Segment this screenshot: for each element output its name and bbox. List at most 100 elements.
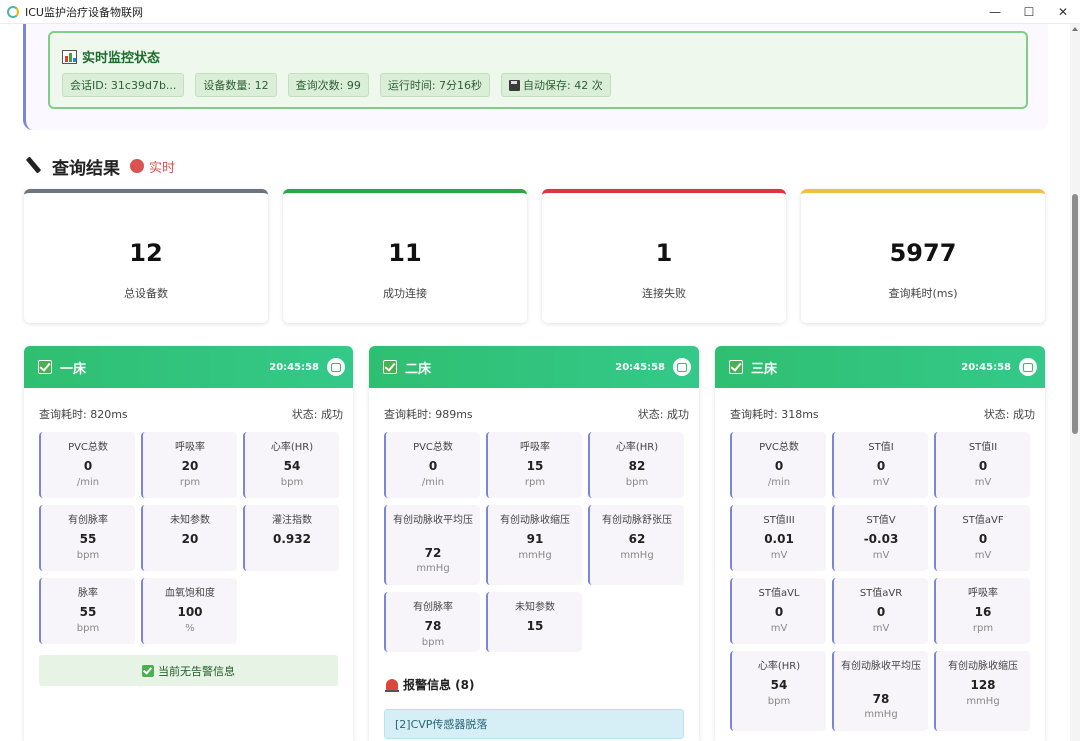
metric-tile: 呼吸率 15 rpm xyxy=(486,432,582,498)
metric-unit: mmHg xyxy=(864,709,898,720)
metric-name: PVC总数 xyxy=(68,442,108,453)
bed-card-1: 一床 20:45:58 查询耗时: 820ms 状态: 成功 PVC总数 0/mi… xyxy=(24,346,353,741)
metric-name: ST值V xyxy=(866,515,896,526)
metric-name: 呼吸率 xyxy=(520,442,550,453)
metric-name: ST值I xyxy=(868,442,894,453)
stat-card-failed: 1 连接失败 xyxy=(542,189,786,323)
pen-icon xyxy=(26,157,40,175)
window-titlebar: ICU监护治疗设备物联网 — ☐ ✕ xyxy=(0,0,1080,24)
metric-name: 有创动脉收平均压 xyxy=(841,661,921,672)
metric-unit: /min xyxy=(767,477,791,488)
stat-card-total-devices: 12 总设备数 xyxy=(24,189,268,323)
app-logo-icon xyxy=(7,5,19,18)
connection-status: 状态: 成功 xyxy=(983,408,1035,421)
bed-card-3: 三床 20:45:58 查询耗时: 318ms 状态: 成功 PVC总数 0/mi… xyxy=(715,346,1045,741)
metric-name: PVC总数 xyxy=(413,442,453,453)
minimize-button[interactable]: — xyxy=(978,0,1012,24)
metric-value: 128 xyxy=(970,678,996,692)
metric-unit: mV xyxy=(770,550,788,561)
metric-name: 有创动脉舒张压 xyxy=(602,515,672,526)
metric-tile: 呼吸率 20 rpm xyxy=(141,432,237,498)
metric-tile: 心率(HR) 54 bpm xyxy=(243,432,339,498)
checkbox-icon[interactable] xyxy=(38,360,52,374)
metric-unit: /min xyxy=(421,477,445,488)
metric-unit: rpm xyxy=(524,477,546,488)
metric-value: 91 xyxy=(526,532,544,546)
metric-tile: 有创动脉舒张压 62 mmHg xyxy=(588,505,684,585)
connection-status: 状态: 成功 xyxy=(637,408,689,421)
metric-value: 15 xyxy=(526,459,544,473)
bar-chart-icon xyxy=(62,49,77,64)
message-icon[interactable] xyxy=(1019,358,1037,376)
metric-name: ST值aVR xyxy=(859,588,903,599)
metric-name: 心率(HR) xyxy=(270,442,314,453)
checkbox-icon[interactable] xyxy=(383,360,397,374)
metric-unit: rpm xyxy=(179,477,201,488)
runtime-chip: 运行时间: 7分16秒 xyxy=(379,73,491,97)
metric-tile: 血氧饱和度 100% xyxy=(141,578,237,644)
metric-unit: mmHg xyxy=(416,563,450,574)
message-icon[interactable] xyxy=(673,358,691,376)
metric-unit: bpm xyxy=(280,477,304,488)
metric-tile: 呼吸率 16 rpm xyxy=(934,578,1030,644)
realtime-monitor-box: 实时监控状态 会话ID: 31c39d7b... 设备数量: 12 查询次数: … xyxy=(48,31,1028,109)
metric-value: 72 xyxy=(424,546,442,560)
results-header: 查询结果 实时 xyxy=(26,154,176,179)
scroll-up-arrow-icon[interactable] xyxy=(1072,27,1078,31)
metric-name: ST值aVL xyxy=(758,588,800,599)
checkbox-icon[interactable] xyxy=(729,360,743,374)
metric-tile: 未知参数 15 xyxy=(486,592,582,652)
metric-unit: mmHg xyxy=(966,696,1000,707)
bed-timestamp: 20:45:58 xyxy=(961,361,1011,373)
stat-card-success: 11 成功连接 xyxy=(283,189,527,323)
device-count-chip: 设备数量: 12 xyxy=(195,73,277,97)
vertical-scrollbar[interactable] xyxy=(1070,24,1080,741)
stat-value: 12 xyxy=(129,239,163,267)
bed-name: 二床 xyxy=(405,361,432,377)
maximize-button[interactable]: ☐ xyxy=(1012,0,1046,24)
bed-header: 二床 20:45:58 xyxy=(369,346,699,388)
metric-unit: mV xyxy=(974,477,992,488)
metric-name: 呼吸率 xyxy=(968,588,998,599)
live-label: 实时 xyxy=(149,160,176,176)
close-button[interactable]: ✕ xyxy=(1046,0,1080,24)
metric-name: ST值aVF xyxy=(962,515,1004,526)
alarm-item[interactable]: [2]CVP传感器脱落 xyxy=(384,709,684,739)
stat-label: 成功连接 xyxy=(383,287,427,300)
metric-value: 0 xyxy=(83,459,93,473)
metric-unit: bpm xyxy=(625,477,649,488)
metric-name: 灌注指数 xyxy=(272,515,312,526)
scrollbar-thumb[interactable] xyxy=(1072,194,1078,434)
stat-label: 总设备数 xyxy=(124,287,168,300)
results-title: 查询结果 xyxy=(52,158,120,179)
stat-card-query-time: 5977 查询耗时(ms) xyxy=(801,189,1045,323)
metric-tile: ST值I 0 mV xyxy=(832,432,928,498)
metric-unit: /min xyxy=(76,477,100,488)
metric-name: 有创动脉收缩压 xyxy=(948,661,1018,672)
metric-tile: 有创脉率 55 bpm xyxy=(39,505,135,571)
metric-name: 有创脉率 xyxy=(68,515,108,526)
metric-unit: mV xyxy=(872,623,890,634)
bed-meta: 查询耗时: 318ms 状态: 成功 xyxy=(730,406,1035,422)
metric-value: 62 xyxy=(628,532,646,546)
metric-value: 82 xyxy=(628,459,646,473)
bed-name: 三床 xyxy=(751,361,778,377)
bed-header: 一床 20:45:58 xyxy=(24,346,353,388)
metric-tile: 有创动脉收平均压 78 mmHg xyxy=(832,651,928,731)
metric-unit: mV xyxy=(872,550,890,561)
metric-value: 20 xyxy=(181,459,199,473)
metric-name: 血氧饱和度 xyxy=(165,588,215,599)
monitor-title-text: 实时监控状态 xyxy=(82,51,161,66)
metric-value: 78 xyxy=(872,692,890,706)
metric-tile: ST值aVF 0 mV xyxy=(934,505,1030,571)
message-icon[interactable] xyxy=(327,358,345,376)
bed-name: 一床 xyxy=(60,361,87,377)
window-controls: — ☐ ✕ xyxy=(978,0,1080,24)
metric-value: 54 xyxy=(283,459,301,473)
metric-tile: 有创动脉收缩压 128 mmHg xyxy=(934,651,1030,731)
stat-value: 1 xyxy=(655,239,673,267)
siren-icon xyxy=(385,679,399,692)
bed-meta: 查询耗时: 989ms 状态: 成功 xyxy=(384,406,689,422)
metric-tile: 心率(HR) 82 bpm xyxy=(588,432,684,498)
metric-value: 0 xyxy=(774,605,784,619)
